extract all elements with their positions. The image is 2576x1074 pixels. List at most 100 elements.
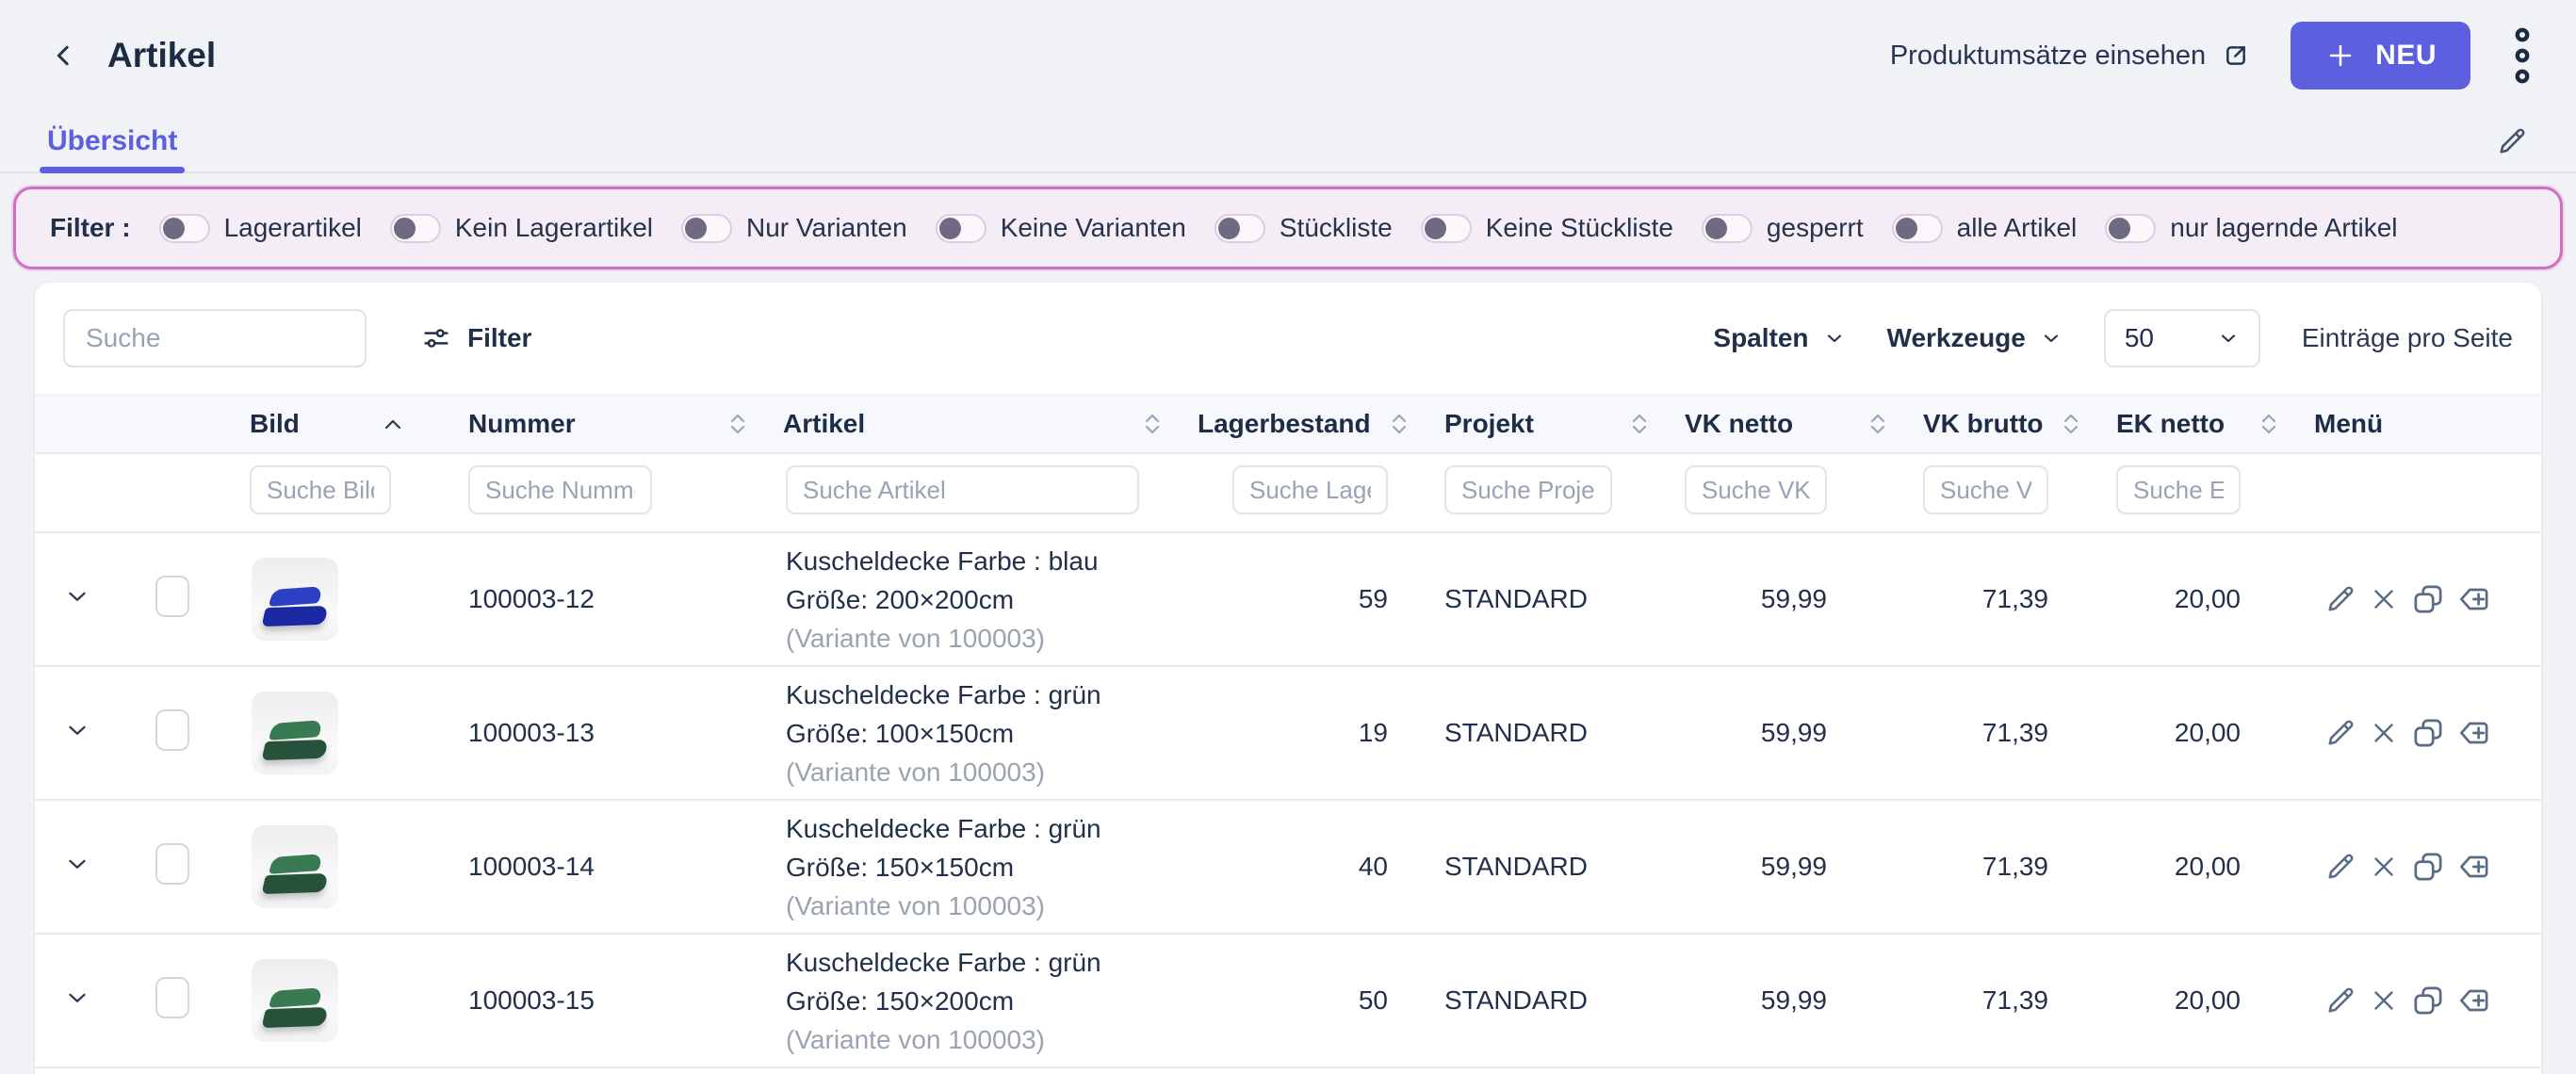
filter-toggle-kein-lagerartikel[interactable]: Kein Lagerartikel [390,213,653,243]
table-card: Filter Spalten Werkzeuge 50 Ein [35,283,2541,1074]
filter-button-label: Filter [467,323,531,353]
copy-icon [2410,983,2446,1018]
tools-dropdown[interactable]: Werkzeuge [1887,323,2062,353]
external-link-icon [2221,41,2251,71]
filter-toggle-nur-varianten[interactable]: Nur Varianten [681,213,907,243]
toggle-switch[interactable] [2105,214,2156,243]
delete-button[interactable] [2366,581,2402,617]
article-description: Kuscheldecke Farbe : grünGröße: 100×150c… [786,675,1184,791]
pencil-icon [2323,984,2357,1017]
column-search-suche-bild[interactable] [250,465,391,514]
column-header-bild[interactable]: Bild [214,395,426,453]
book-in-button[interactable] [2454,713,2494,753]
row-expander-button[interactable] [63,850,91,878]
column-header-vk-brutto[interactable]: VK brutto [1910,395,2103,453]
column-search-suche-ek-netto[interactable] [2116,465,2241,514]
close-icon [2368,851,2400,883]
sort-icon [2063,414,2079,434]
article-number: 100003-15 [468,985,595,1015]
tab-uebersicht[interactable]: Übersicht [47,111,177,171]
product-thumbnail [252,959,338,1042]
column-header-nummer[interactable]: Nummer [426,395,770,453]
toggle-knob [394,218,416,239]
column-header-ek-netto[interactable]: EK netto [2103,395,2301,453]
column-search-suche-vk-brutto[interactable] [1923,465,2048,514]
page-size-select[interactable]: 50 [2104,309,2260,367]
delete-button[interactable] [2366,983,2402,1018]
copy-icon [2410,849,2446,885]
column-search-suche-artikel[interactable] [786,465,1139,514]
row-expander-button[interactable] [63,716,91,744]
toggle-switch[interactable] [681,214,732,243]
row-expander-button[interactable] [63,984,91,1012]
column-search-suche-lagerbestand[interactable] [1232,465,1388,514]
filter-toggle-alle-artikel[interactable]: alle Artikel [1892,213,2078,243]
new-button[interactable]: NEU [2291,22,2470,90]
book-in-button[interactable] [2454,579,2494,619]
edit-button[interactable] [2322,714,2359,752]
column-header-projekt[interactable]: Projekt [1431,395,1671,453]
column-search-row [35,453,2541,532]
filter-toggle-nur-lagernde-artikel[interactable]: nur lagernde Artikel [2105,213,2397,243]
close-icon [2368,583,2400,615]
book-in-button[interactable] [2454,847,2494,887]
duplicate-button[interactable] [2408,981,2448,1020]
duplicate-button[interactable] [2408,847,2448,887]
search-input[interactable] [63,309,367,367]
delete-button[interactable] [2366,849,2402,885]
row-actions [2322,579,2541,619]
filter-toggle-keine-varianten[interactable]: Keine Varianten [936,213,1186,243]
column-header-menu: Menü [2301,395,2541,453]
column-header-label: Lagerbestand [1198,409,1371,439]
articles-table: BildNummerArtikel Lagerbestand ProjektVK n… [35,394,2541,1068]
filter-toggle-lagerartikel[interactable]: Lagerartikel [159,213,362,243]
back-button[interactable] [41,33,87,78]
row-checkbox[interactable] [155,843,189,885]
article-variant: (Variante von 100003) [786,753,1184,791]
column-search-suche-nummer[interactable] [468,465,652,514]
row-expander-button[interactable] [63,582,91,610]
sort-icon [1392,414,1407,434]
book-in-button[interactable] [2454,981,2494,1020]
column-header-label: EK netto [2116,409,2225,439]
blanket-image [264,588,326,626]
toggle-label: Nur Varianten [746,213,907,243]
pencil-icon [2495,124,2529,158]
product-sales-link[interactable]: Produktumsätze einsehen [1890,41,2251,72]
toggle-switch[interactable] [1215,214,1265,243]
filter-toggle-gesperrt[interactable]: gesperrt [1702,213,1864,243]
row-checkbox[interactable] [155,709,189,751]
column-header-artikel[interactable]: Artikel [770,395,1184,453]
kebab-menu-button[interactable] [2510,23,2535,89]
plus-icon [2324,40,2356,72]
toggle-switch[interactable] [1892,214,1943,243]
duplicate-button[interactable] [2408,713,2448,753]
row-checkbox[interactable] [155,977,189,1018]
toggle-switch[interactable] [936,214,986,243]
edit-button[interactable] [2322,848,2359,886]
duplicate-button[interactable] [2408,579,2448,619]
toggle-switch[interactable] [1702,214,1753,243]
columns-dropdown[interactable]: Spalten [1713,323,1845,353]
edit-view-button[interactable] [2495,124,2529,158]
toggle-switch[interactable] [390,214,441,243]
column-header-vk-netto[interactable]: VK netto [1671,395,1910,453]
sort-icon [1632,414,1647,434]
article-title: Kuscheldecke Farbe : grün [786,809,1184,848]
row-checkbox[interactable] [155,576,189,617]
filter-button[interactable]: Filter [421,323,531,353]
filter-toggle-keine-stuckliste[interactable]: Keine Stückliste [1421,213,1673,243]
vk-brutto-value: 71,39 [1982,985,2048,1015]
column-search-suche-vk-netto[interactable] [1685,465,1827,514]
edit-button[interactable] [2322,982,2359,1019]
toggle-switch[interactable] [1421,214,1472,243]
edit-button[interactable] [2322,580,2359,618]
article-size: Größe: 100×150cm [786,714,1184,753]
blanket-image [264,855,326,893]
column-search-suche-projekt[interactable] [1444,465,1612,514]
column-header-lagerbestand[interactable]: Lagerbestand [1184,395,1431,453]
delete-button[interactable] [2366,715,2402,751]
vk-netto-value: 59,99 [1761,985,1827,1015]
toggle-switch[interactable] [159,214,210,243]
filter-toggle-stuckliste[interactable]: Stückliste [1215,213,1393,243]
